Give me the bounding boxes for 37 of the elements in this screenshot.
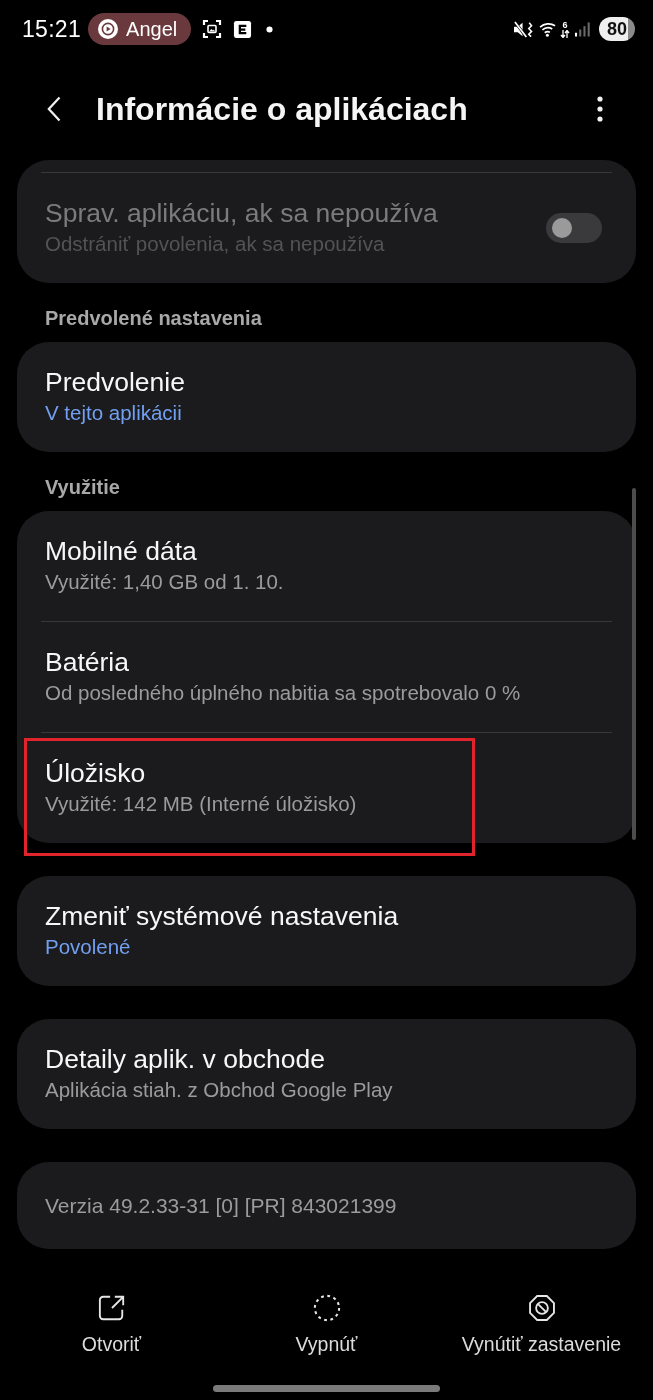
section-heading: Využitie [44, 475, 121, 500]
dashed-circle-icon [312, 1294, 341, 1322]
item-title[interactable]: Predvolenie [45, 367, 608, 398]
battery-indicator: 80 [599, 17, 635, 41]
mute-vibrate-icon [513, 19, 534, 39]
media-chip[interactable]: Angel [88, 13, 192, 45]
app-notification-icon [233, 19, 253, 39]
item-title[interactable]: Detaily aplik. v obchode [45, 1044, 608, 1075]
wifi-icon [539, 21, 558, 37]
more-options-icon[interactable] [597, 96, 603, 122]
item-title[interactable]: Úložisko [45, 758, 608, 789]
stop-octagon-icon [527, 1294, 556, 1322]
action-button[interactable]: Vypnúť [219, 1294, 434, 1356]
item-subtitle: Od posledného úplného nabitia sa spotrebovalo 0 % [45, 680, 522, 706]
data-arrows-icon [560, 29, 570, 38]
section-heading: Predvolené nastavenia [44, 306, 263, 331]
item-subtitle: Využité: 142 MB (Interné úložisko) [45, 791, 358, 817]
page-title: Informácie o aplikáciach [96, 90, 469, 128]
item-subtitle: Aplikácia stiah. z Obchod Google Play [45, 1077, 394, 1103]
screenshot-icon [202, 19, 223, 39]
back-icon[interactable] [47, 96, 61, 122]
open-external-icon [97, 1294, 126, 1322]
item-subtitle: V tejto aplikácii [45, 400, 183, 426]
item-subtitle: Povolené [45, 934, 132, 960]
signal-icon [575, 21, 590, 37]
action-button[interactable]: Vynútiť zastavenie [434, 1294, 649, 1356]
item-title[interactable]: Mobilné dáta [45, 536, 608, 567]
clock-time: 15:21 [22, 15, 82, 43]
play-circle-icon [98, 19, 119, 39]
item-subtitle: Využité: 1,40 GB od 1. 10. [45, 569, 285, 595]
wifi-standard-label: 6 [562, 20, 568, 30]
item-subtitle: Odstrániť povolenia, ak sa nepoužíva [45, 231, 386, 257]
notification-dot-icon [266, 25, 274, 33]
action-button[interactable]: Otvoriť [4, 1294, 219, 1356]
version-text: Verzia 49.2.33-31 [0] [PR] 843021399 [45, 1193, 397, 1219]
item-title[interactable]: Batéria [45, 647, 608, 678]
item-title[interactable]: Zmeniť systémové nastavenia [45, 901, 608, 932]
